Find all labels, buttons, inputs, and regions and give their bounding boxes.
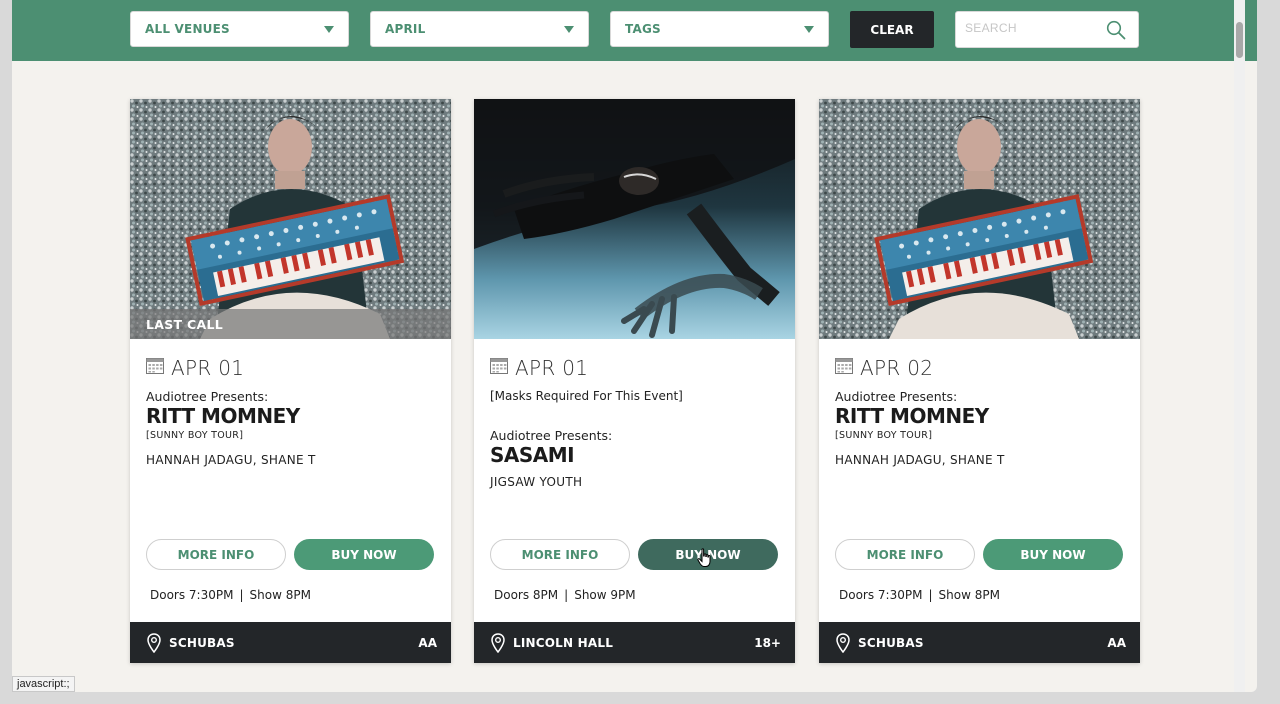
- event-photo[interactable]: [819, 99, 1140, 339]
- venue-filter-label: ALL VENUES: [145, 22, 230, 36]
- event-tour-name: [SUNNY BOY TOUR]: [146, 430, 244, 441]
- location-pin-icon: [147, 632, 161, 653]
- tags-filter-select[interactable]: TAGS: [610, 11, 829, 47]
- browser-viewport: ALL VENUES APRIL TAGS CLEAR SEARCH LAST …: [12, 0, 1257, 692]
- times-separator: |: [928, 588, 933, 602]
- tags-filter-label: TAGS: [625, 22, 661, 36]
- event-times: Doors 7:30PM | Show 8PM: [839, 588, 1000, 602]
- times-separator: |: [564, 588, 569, 602]
- month-filter-label: APRIL: [385, 22, 426, 36]
- venue-bar[interactable]: SCHUBAS AA: [819, 622, 1140, 663]
- venue-filter-select[interactable]: ALL VENUES: [130, 11, 349, 47]
- event-card: APR 01 [Masks Required For This Event] A…: [474, 99, 795, 663]
- event-headliner[interactable]: SASAMI: [490, 443, 575, 467]
- more-info-button[interactable]: MORE INFO: [146, 539, 286, 570]
- event-support-acts: HANNAH JADAGU, SHANE T: [835, 453, 1005, 467]
- show-time: Show 9PM: [574, 588, 636, 602]
- times-separator: |: [239, 588, 244, 602]
- doors-time: Doors 8PM: [494, 588, 559, 602]
- show-time: Show 8PM: [938, 588, 1000, 602]
- venue-bar[interactable]: SCHUBAS AA: [130, 622, 451, 663]
- event-tour-name: [SUNNY BOY TOUR]: [835, 430, 933, 441]
- age-restriction: AA: [418, 635, 437, 650]
- last-call-badge: LAST CALL: [130, 309, 451, 339]
- event-notice: [Masks Required For This Event]: [490, 389, 683, 403]
- event-headliner[interactable]: RITT MOMNEY: [146, 404, 300, 428]
- event-date: APR 02: [860, 356, 934, 380]
- buy-now-button[interactable]: BUY NOW: [294, 539, 434, 570]
- filter-bar: ALL VENUES APRIL TAGS CLEAR: [12, 0, 1257, 61]
- event-date-row: APR 01: [146, 356, 244, 380]
- vertical-scrollbar[interactable]: [1234, 0, 1245, 692]
- event-date-row: APR 01: [490, 356, 588, 380]
- venue-name: LINCOLN HALL: [513, 635, 614, 650]
- more-info-button[interactable]: MORE INFO: [835, 539, 975, 570]
- search-input[interactable]: [965, 21, 1095, 35]
- event-date: APR 01: [171, 356, 245, 380]
- location-pin-icon: [491, 632, 505, 653]
- chevron-down-icon: [804, 26, 814, 33]
- event-times: Doors 7:30PM | Show 8PM: [150, 588, 311, 602]
- calendar-icon: [835, 357, 853, 379]
- scrollbar-thumb[interactable]: [1236, 22, 1243, 58]
- event-card: APR 02 Audiotree Presents: RITT MOMNEY […: [819, 99, 1140, 663]
- chevron-down-icon: [564, 26, 574, 33]
- buy-now-button[interactable]: BUY NOW: [983, 539, 1123, 570]
- age-restriction: AA: [1107, 635, 1126, 650]
- event-photo[interactable]: LAST CALL: [130, 99, 451, 339]
- show-time: Show 8PM: [249, 588, 311, 602]
- doors-time: Doors 7:30PM: [150, 588, 234, 602]
- clear-button[interactable]: CLEAR: [850, 11, 934, 48]
- event-support-acts: HANNAH JADAGU, SHANE T: [146, 453, 316, 467]
- doors-time: Doors 7:30PM: [839, 588, 923, 602]
- calendar-icon: [146, 357, 164, 379]
- event-headliner[interactable]: RITT MOMNEY: [835, 404, 989, 428]
- event-date-row: APR 02: [835, 356, 933, 380]
- calendar-icon: [490, 357, 508, 379]
- event-times: Doors 8PM | Show 9PM: [494, 588, 636, 602]
- event-support-acts: JIGSAW YOUTH: [490, 475, 583, 489]
- venue-name: SCHUBAS: [169, 635, 235, 650]
- event-date: APR 01: [515, 356, 589, 380]
- venue-name: SCHUBAS: [858, 635, 924, 650]
- event-presenter: Audiotree Presents:: [146, 389, 269, 404]
- venue-bar[interactable]: LINCOLN HALL 18+: [474, 622, 795, 663]
- event-card: LAST CALL APR 01 Audiotree Presents: RIT…: [130, 99, 451, 663]
- event-presenter: Audiotree Presents:: [835, 389, 958, 404]
- event-presenter: Audiotree Presents:: [490, 428, 613, 443]
- event-photo[interactable]: [474, 99, 795, 339]
- search-icon[interactable]: [1106, 20, 1126, 45]
- chevron-down-icon: [324, 26, 334, 33]
- hand-pointer-cursor-icon: [697, 548, 713, 573]
- more-info-button[interactable]: MORE INFO: [490, 539, 630, 570]
- location-pin-icon: [836, 632, 850, 653]
- search-box: [955, 11, 1139, 48]
- status-bar-url: javascript:;: [12, 676, 75, 692]
- month-filter-select[interactable]: APRIL: [370, 11, 589, 47]
- age-restriction: 18+: [754, 635, 781, 650]
